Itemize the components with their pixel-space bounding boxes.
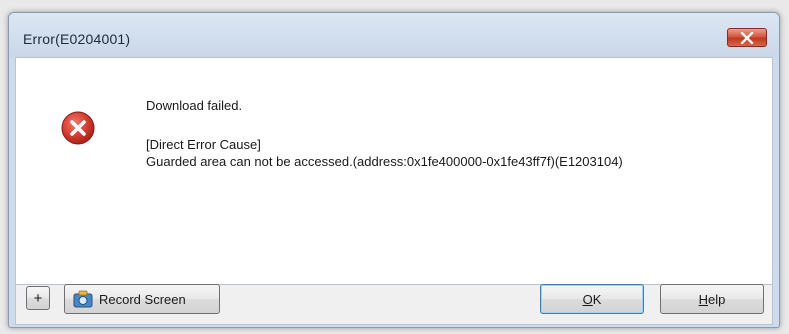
help-button[interactable]: Help: [660, 284, 764, 314]
dialog-title: Error(E0204001): [23, 31, 131, 47]
expand-label: +: [33, 289, 43, 307]
close-icon: [740, 31, 754, 44]
error-dialog: Error(E0204001) Download failed. [Direct…: [8, 12, 780, 328]
record-screen-label: Record Screen: [99, 291, 186, 307]
cause-text: Guarded area can not be accessed.(addres…: [146, 154, 623, 169]
record-screen-button[interactable]: Record Screen: [64, 284, 220, 314]
expand-button[interactable]: +: [26, 286, 50, 310]
headline-text: Download failed.: [146, 98, 243, 113]
close-button[interactable]: [727, 28, 767, 47]
help-label: Help: [698, 291, 726, 307]
cause-heading: [Direct Error Cause]: [146, 137, 261, 152]
message-area: Download failed. [Direct Error Cause] Gu…: [15, 57, 773, 285]
error-icon: [61, 111, 95, 145]
ok-button[interactable]: OK: [540, 284, 644, 314]
camera-icon: [73, 290, 93, 308]
ok-label: OK: [582, 291, 602, 307]
title-bar[interactable]: Error(E0204001): [9, 13, 779, 57]
